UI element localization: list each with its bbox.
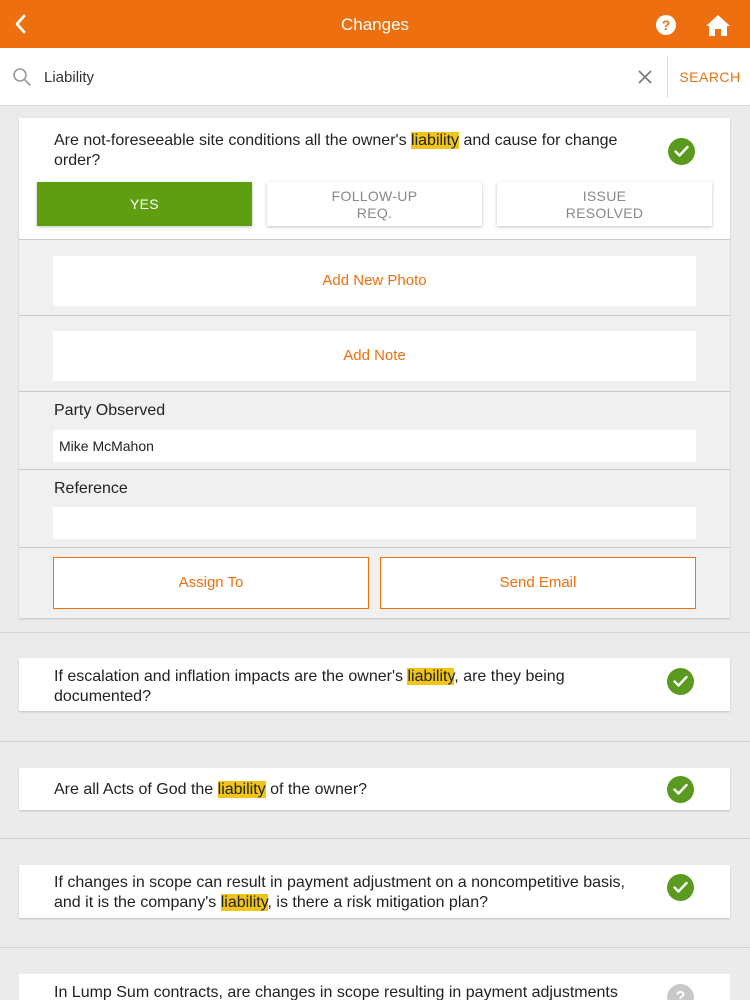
- issue-resolved-button[interactable]: ISSUE RESOLVED: [497, 182, 712, 226]
- page-title: Changes: [340, 15, 410, 34]
- photo-section: Add New Photo: [19, 240, 730, 315]
- question-card[interactable]: If changes in scope can result in paymen…: [19, 865, 730, 918]
- question-card[interactable]: If escalation and inflation impacts are …: [19, 658, 730, 711]
- search-highlight: liability: [220, 894, 268, 911]
- band-divider: [0, 838, 750, 839]
- question-card[interactable]: In Lump Sum contracts, are changes in sc…: [19, 974, 730, 1000]
- search-highlight: liability: [217, 781, 266, 798]
- checkmark-icon: [667, 776, 694, 803]
- question-text-before: In Lump Sum contracts, are changes in sc…: [54, 984, 618, 1000]
- party-observed-section: Party Observed: [19, 392, 730, 469]
- reference-field[interactable]: [53, 507, 696, 539]
- assign-to-button[interactable]: Assign To: [53, 557, 369, 609]
- party-observed-field[interactable]: [53, 430, 696, 462]
- yes-button[interactable]: YES: [37, 182, 252, 226]
- svg-text:?: ?: [662, 17, 671, 33]
- add-photo-button[interactable]: Add New Photo: [53, 256, 696, 306]
- top-bar: Changes ?: [0, 0, 750, 48]
- search-input[interactable]: [44, 64, 624, 90]
- follow-up-label-line1: FOLLOW-UP: [331, 188, 418, 204]
- home-icon[interactable]: [705, 13, 731, 37]
- band-divider: [0, 632, 750, 633]
- search-highlight: liability: [411, 132, 460, 149]
- clear-icon[interactable]: [635, 67, 655, 87]
- question-text-before: Are not-foreseeable site conditions all …: [54, 132, 412, 149]
- note-section: Add Note: [19, 316, 730, 391]
- help-icon[interactable]: ?: [656, 15, 676, 35]
- band-divider: [0, 741, 750, 742]
- search-icon: [12, 67, 32, 87]
- band-divider: [0, 947, 750, 948]
- question-text-after: , is there a risk mitigation plan?: [267, 894, 489, 911]
- checkmark-icon: [667, 668, 694, 695]
- checkmark-icon: [668, 138, 695, 165]
- question-card[interactable]: Are all Acts of God the liability of the…: [19, 768, 730, 810]
- search-divider: [667, 56, 668, 98]
- reference-section: Reference: [19, 470, 730, 547]
- party-observed-label: Party Observed: [54, 402, 166, 419]
- actions-section: Assign To Send Email: [19, 548, 730, 618]
- question-text: Are not-foreseeable site conditions all …: [54, 131, 634, 171]
- question-text-before: Are all Acts of God the: [54, 781, 218, 798]
- question-icon: ?: [667, 984, 694, 1000]
- question-text: In Lump Sum contracts, are changes in sc…: [54, 983, 664, 1000]
- reference-label: Reference: [54, 480, 128, 497]
- question-text-before: If escalation and inflation impacts are …: [54, 668, 408, 685]
- issue-resolved-label-line2: RESOLVED: [565, 205, 644, 221]
- search-bar: SEARCH: [0, 48, 750, 106]
- question-text: If escalation and inflation impacts are …: [54, 667, 634, 707]
- question-text: Are all Acts of God the liability of the…: [54, 780, 634, 800]
- issue-resolved-label-line1: ISSUE: [582, 188, 627, 204]
- expanded-question-card: Are not-foreseeable site conditions all …: [19, 118, 730, 618]
- send-email-button[interactable]: Send Email: [380, 557, 696, 609]
- question-text: If changes in scope can result in paymen…: [54, 873, 634, 913]
- yes-label: YES: [130, 196, 159, 212]
- checkmark-icon: [667, 874, 694, 901]
- follow-up-label-line2: REQ.: [356, 205, 393, 221]
- search-highlight: liability: [407, 668, 455, 685]
- add-note-button[interactable]: Add Note: [53, 331, 696, 381]
- follow-up-button[interactable]: FOLLOW-UP REQ.: [267, 182, 482, 226]
- search-button[interactable]: SEARCH: [670, 69, 750, 85]
- question-text-after: of the owner?: [265, 781, 368, 798]
